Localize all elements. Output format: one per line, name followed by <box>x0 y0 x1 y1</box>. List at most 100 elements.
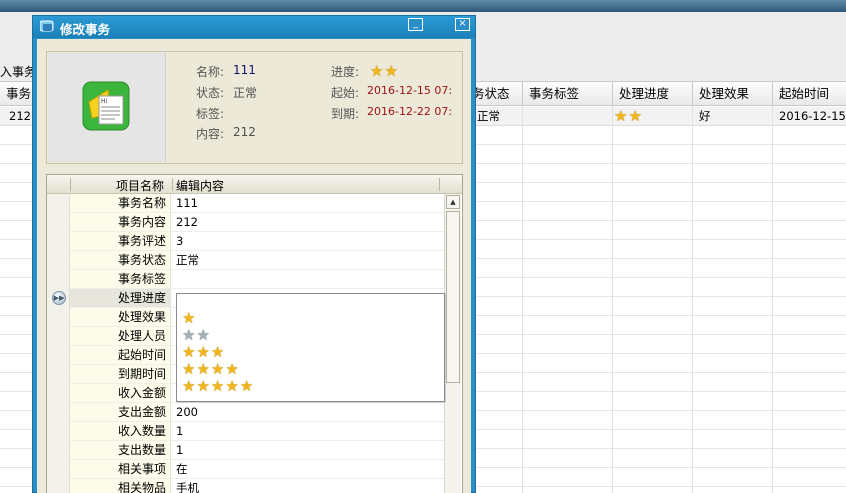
star-icon: ★ <box>182 309 196 327</box>
property-value[interactable]: 212 <box>172 213 198 231</box>
property-name: 相关事项 <box>70 460 171 478</box>
col-header-start[interactable]: 起始时间 <box>772 82 846 106</box>
property-name: 事务评述 <box>70 232 171 250</box>
dialog-app-icon <box>40 20 54 32</box>
star-icon: ★ <box>196 326 210 344</box>
header-item-name[interactable]: 项目名称 <box>116 177 164 194</box>
col-header-tags[interactable]: 事务标签 <box>522 82 612 106</box>
property-name: 收入金额 <box>70 384 171 402</box>
content-value: 212 <box>233 125 256 139</box>
grid-divider <box>522 106 523 493</box>
content-label: 内容: <box>196 127 225 141</box>
dropdown-option-stars[interactable]: ★ ★ ★ ★ ★ <box>182 379 253 395</box>
grid-divider <box>772 106 773 493</box>
property-grid-scrollbar[interactable]: ▲ <box>444 194 461 493</box>
current-row-indicator-icon: ▶▶ <box>52 291 66 305</box>
property-value[interactable]: 3 <box>172 232 183 250</box>
property-value[interactable]: 手机 <box>172 479 199 493</box>
grid-divider <box>612 106 613 493</box>
task-thumbnail: Hi <box>48 53 166 162</box>
property-row[interactable]: 事务内容 212 <box>70 213 444 232</box>
property-value[interactable]: 在 <box>172 460 188 478</box>
property-value[interactable]: 正常 <box>172 251 199 269</box>
property-row[interactable]: 事务状态 正常 <box>70 251 444 270</box>
header-divider <box>70 178 71 191</box>
star-icon: ★ <box>628 107 642 125</box>
start-label: 起始: <box>331 86 360 100</box>
header-divider <box>439 178 440 191</box>
name-label: 名称: <box>196 65 225 79</box>
edit-task-dialog: 修改事务 _ × Hi 名称: 111 状态: 正常 标签: 内容: 212 进… <box>32 15 476 493</box>
dropdown-option-stars[interactable]: ★ <box>182 311 195 327</box>
due-label: 到期: <box>331 107 360 121</box>
property-row[interactable]: 支出数量 1 <box>70 441 444 460</box>
scroll-thumb[interactable] <box>446 211 460 383</box>
property-value[interactable]: 1 <box>172 441 183 459</box>
property-row[interactable]: 支出金额 200 <box>70 403 444 422</box>
status-label: 状态: <box>196 86 225 100</box>
property-name: 事务状态 <box>70 251 171 269</box>
property-value[interactable]: 1 <box>172 422 183 440</box>
dropdown-option-stars[interactable]: ★ ★ ★ ★ <box>182 362 239 378</box>
property-value[interactable]: 111 <box>172 194 198 212</box>
app-titlebar <box>0 0 846 12</box>
property-name: 处理效果 <box>70 308 171 326</box>
star-icon: ★ <box>196 360 210 378</box>
star-icon: ★ <box>210 360 225 378</box>
star-icon: ★ <box>182 360 196 378</box>
dialog-body: Hi 名称: 111 状态: 正常 标签: 内容: 212 进度: ★ ★ 起始:… <box>37 39 471 493</box>
property-value[interactable]: 200 <box>172 403 198 421</box>
row-cell-first: 212 <box>9 109 31 123</box>
property-row[interactable]: 事务标签 <box>70 270 444 289</box>
property-name: 支出金额 <box>70 403 171 421</box>
dialog-title: 修改事务 <box>60 22 111 37</box>
property-name: 事务内容 <box>70 213 171 231</box>
dropdown-option-stars[interactable]: ★ ★ ★ <box>182 345 224 361</box>
star-icon: ★ <box>225 360 239 378</box>
star-icon: ★ <box>225 377 239 395</box>
property-grid: 项目名称 编辑内容 事务名称 111 事务内容 212 事务评述 3 事务状态 正常 事务标签处… <box>46 174 463 493</box>
property-row[interactable]: 事务名称 111 <box>70 194 444 213</box>
col-header-status[interactable]: 务状态 <box>470 82 522 106</box>
minimize-button[interactable]: _ <box>408 18 423 31</box>
scroll-up-arrow-icon[interactable]: ▲ <box>446 195 460 209</box>
property-name: 到期时间 <box>70 365 171 383</box>
property-name: 事务名称 <box>70 194 171 212</box>
star-icon: ★ <box>182 326 196 344</box>
due-value: 2016-12-22 07: <box>367 105 453 118</box>
property-row[interactable]: 收入数量 1 <box>70 422 444 441</box>
star-icon: ★ <box>614 107 628 125</box>
row-cell-start: 2016-12-15 <box>779 109 846 123</box>
header-divider <box>172 178 173 191</box>
star-icon: ★ <box>370 62 384 80</box>
progress-dropdown-list[interactable]: ★ ★ ★ ★ ★ ★ ★ ★ ★ ★ ★ ★ ★ ★ ★ <box>176 293 445 402</box>
start-value: 2016-12-15 07: <box>367 84 453 97</box>
star-icon: ★ <box>196 377 210 395</box>
star-icon: ★ <box>210 343 225 361</box>
property-name: 事务标签 <box>70 270 171 288</box>
col-header-progress[interactable]: 处理进度 <box>612 82 692 106</box>
property-row[interactable]: 事务评述 3 <box>70 232 444 251</box>
star-icon: ★ <box>182 377 196 395</box>
tags-label: 标签: <box>196 107 225 121</box>
progress-label: 进度: <box>331 65 360 79</box>
svg-text:Hi: Hi <box>101 98 108 105</box>
property-name: 收入数量 <box>70 422 171 440</box>
property-grid-header: 项目名称 编辑内容 <box>47 175 462 194</box>
row-gutter <box>47 194 70 493</box>
dropdown-option-stars[interactable]: ★ ★ <box>182 328 210 344</box>
property-value[interactable] <box>172 270 176 288</box>
row-cell-effect: 好 <box>699 109 711 123</box>
import-task-button[interactable]: 入事务 <box>0 63 36 80</box>
property-name: 相关物品 <box>70 479 171 493</box>
property-row[interactable]: 相关事项在 <box>70 460 444 479</box>
property-row[interactable]: 相关物品 手机 <box>70 479 444 493</box>
task-summary-panel: Hi 名称: 111 状态: 正常 标签: 内容: 212 进度: ★ ★ 起始:… <box>46 51 463 164</box>
col-header-effect[interactable]: 处理效果 <box>692 82 772 106</box>
header-edit-content[interactable]: 编辑内容 <box>176 177 224 194</box>
dialog-titlebar[interactable]: 修改事务 _ × <box>33 16 475 38</box>
property-name: 处理人员 <box>70 327 171 345</box>
name-value: 111 <box>233 63 256 77</box>
property-name: 支出数量 <box>70 441 171 459</box>
close-button[interactable]: × <box>455 18 470 31</box>
